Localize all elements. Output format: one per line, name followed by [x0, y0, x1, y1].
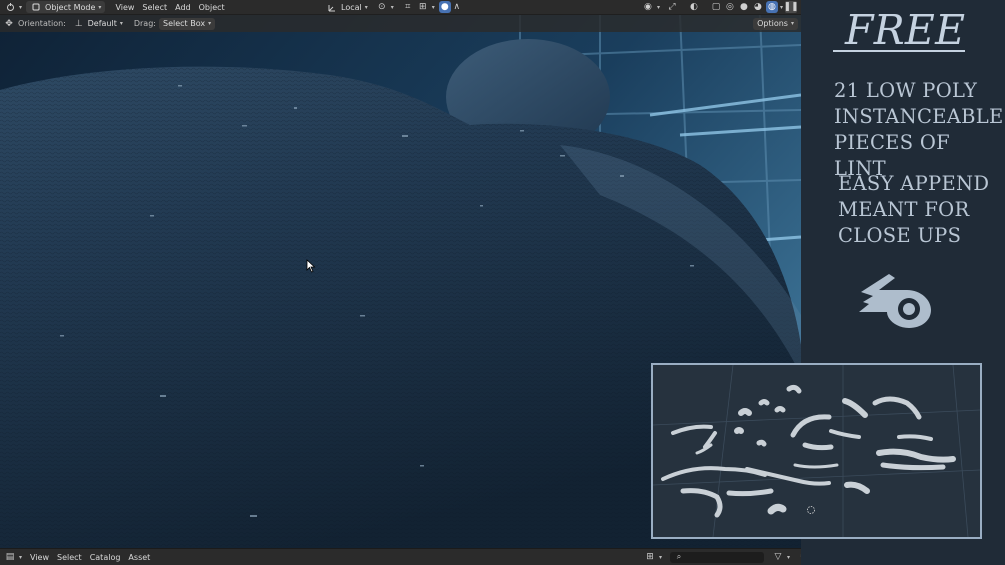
promo-line: MEANT FOR [838, 198, 970, 221]
transform-axes-icon [326, 1, 338, 13]
promo-line: INSTANCEABLE [834, 105, 1004, 128]
promo-line: CLOSE UPS [838, 224, 962, 247]
promo-text-block-2: EASY APPEND MEANT FOR CLOSE UPS [838, 171, 989, 249]
snap-toggle[interactable]: ⌗ ⊞ ▾ [398, 1, 439, 13]
viewport-header: ▾ Object Mode ▾ View Select Add Object L… [0, 0, 801, 15]
pause-icon[interactable]: ❚❚ [783, 1, 799, 13]
transform-label: Local [341, 2, 362, 12]
filter-icon: ▽ [774, 552, 782, 562]
visibility-dropdown[interactable]: ◉ ▾ [638, 1, 664, 13]
pivot-point-dropdown[interactable]: ⊙ ▾ [372, 1, 398, 13]
menu-add[interactable]: Add [171, 3, 195, 12]
3d-viewport-icon [4, 1, 16, 13]
filter-dropdown[interactable]: ▽ ▾ [768, 551, 794, 563]
asset-browser-icon: ▤ [5, 552, 15, 562]
options-dropdown[interactable]: Options ▾ [753, 17, 798, 30]
material-shading-icon[interactable]: ◕ [752, 1, 764, 13]
grid-view-icon: ⊞ [646, 552, 654, 562]
falloff-icon[interactable]: ∧ [451, 1, 463, 13]
search-input[interactable]: ⌕ [670, 551, 765, 563]
asset-browser-header: ▤▾ View Select Catalog Asset ⊞▾ ⌕ ▽▾ ⚙ [0, 548, 801, 565]
rendered-shading-icon[interactable]: ◍ [765, 1, 778, 13]
orientation-label: Orientation: [18, 19, 66, 28]
free-underline [833, 50, 965, 52]
eye-icon: ◉ [644, 2, 652, 12]
menu-asset[interactable]: Asset [124, 553, 154, 562]
editor-type-button[interactable]: ▾ [0, 1, 26, 13]
object-mode-icon [30, 1, 42, 13]
chevron-down-icon: ▾ [787, 553, 791, 561]
snap-icon: ⌗ [405, 2, 411, 12]
solid-shading-icon[interactable]: ● [738, 1, 750, 13]
promo-line: 21 LOW POLY [834, 79, 978, 102]
lint-preview-inset [651, 363, 982, 539]
menu-view[interactable]: View [26, 553, 53, 562]
editor-type-button[interactable]: ▤ ▾ [0, 551, 26, 563]
menu-select[interactable]: Select [53, 553, 86, 562]
chevron-down-icon: ▾ [790, 20, 794, 27]
snap-target-icon: ⊞ [418, 2, 427, 12]
axes-icon: ⊥ [74, 18, 83, 29]
display-mode-dropdown[interactable]: ⊞ ▾ [640, 551, 666, 563]
wireframe-shading-icon[interactable]: ◎ [724, 1, 736, 13]
proportional-editing-toggle[interactable]: ● [438, 1, 451, 13]
xray-icon[interactable]: ▢ [710, 1, 722, 13]
gizmo-icon[interactable]: ⤢ [666, 1, 678, 13]
drag-label: Drag: [133, 19, 156, 28]
tool-settings-bar: ✥ Orientation: ⊥ Default ▾ Drag: Select … [0, 15, 801, 32]
menu-view[interactable]: View [111, 3, 138, 12]
free-heading: FREE [845, 6, 966, 54]
drag-value: Select Box [162, 19, 206, 28]
chevron-down-icon: ▾ [208, 20, 212, 27]
mode-dropdown[interactable]: Object Mode ▾ [26, 1, 106, 13]
chevron-down-icon: ▾ [431, 3, 435, 11]
lint-preview-render [653, 365, 980, 537]
promo-line: EASY APPEND [838, 172, 990, 195]
chevron-down-icon: ▾ [19, 553, 23, 561]
promo-text-block-1: 21 LOW POLY INSTANCEABLE PIECES OF LINT [834, 78, 1005, 182]
pivot-point-icon: ⊙ [377, 2, 386, 12]
orientation-value: Default [87, 19, 117, 28]
chevron-down-icon: ▾ [656, 3, 660, 11]
search-icon: ⌕ [676, 552, 682, 561]
chevron-down-icon: ▾ [390, 3, 394, 11]
mouse-cursor-icon [306, 259, 316, 273]
transform-orientation-dropdown[interactable]: Local ▾ [322, 1, 372, 13]
options-label: Options [757, 19, 788, 28]
blender-logo-icon [859, 274, 931, 328]
orientation-dropdown[interactable]: ⊥ Default ▾ [69, 18, 127, 30]
chevron-down-icon: ▾ [364, 3, 368, 11]
chevron-down-icon: ▾ [119, 20, 123, 27]
move-tool-icon[interactable]: ✥ [3, 18, 15, 30]
chevron-down-icon: ▾ [98, 3, 102, 11]
menu-object[interactable]: Object [195, 3, 229, 12]
chevron-down-icon: ▾ [19, 3, 23, 11]
chevron-down-icon: ▾ [659, 553, 663, 561]
overlays-icon[interactable]: ◐ [688, 1, 700, 13]
menu-select[interactable]: Select [138, 3, 171, 12]
drag-dropdown[interactable]: Select Box ▾ [158, 17, 216, 30]
mode-label: Object Mode [45, 2, 96, 12]
menu-catalog[interactable]: Catalog [86, 553, 125, 562]
